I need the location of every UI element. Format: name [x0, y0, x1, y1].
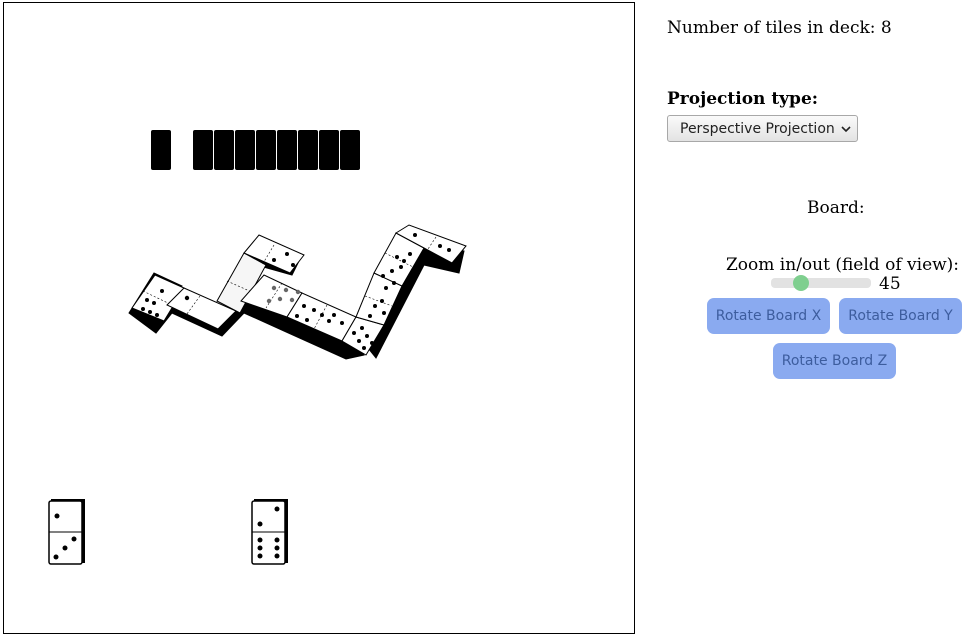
player-hand-tile[interactable] — [251, 499, 288, 565]
zoom-label: Zoom in/out (field of view): — [726, 255, 960, 275]
projection-type-label: Projection type: — [667, 89, 819, 109]
deck-tiles[interactable] — [193, 130, 360, 170]
projection-type-select[interactable]: Perspective Projection — [667, 115, 858, 142]
zoom-slider-thumb[interactable] — [793, 275, 809, 291]
zoom-slider[interactable] — [771, 275, 871, 291]
control-panel: Number of tiles in deck: 8 Projection ty… — [640, 0, 966, 638]
projection-selected-value: Perspective Projection — [680, 120, 835, 137]
rotate-board-z-button[interactable]: Rotate Board Z — [773, 343, 896, 379]
game-board-canvas[interactable] — [3, 2, 635, 634]
chevron-down-icon — [841, 121, 851, 137]
domino-chain — [128, 224, 467, 360]
rotate-board-x-button[interactable]: Rotate Board X — [707, 298, 830, 334]
opponent-hand-tile — [151, 130, 171, 170]
board-label: Board: — [807, 198, 865, 218]
rotate-board-y-button[interactable]: Rotate Board Y — [839, 298, 962, 334]
player-hand-tile[interactable] — [48, 499, 85, 565]
zoom-value: 45 — [879, 274, 901, 294]
deck-count-label: Number of tiles in deck: 8 — [667, 18, 892, 38]
